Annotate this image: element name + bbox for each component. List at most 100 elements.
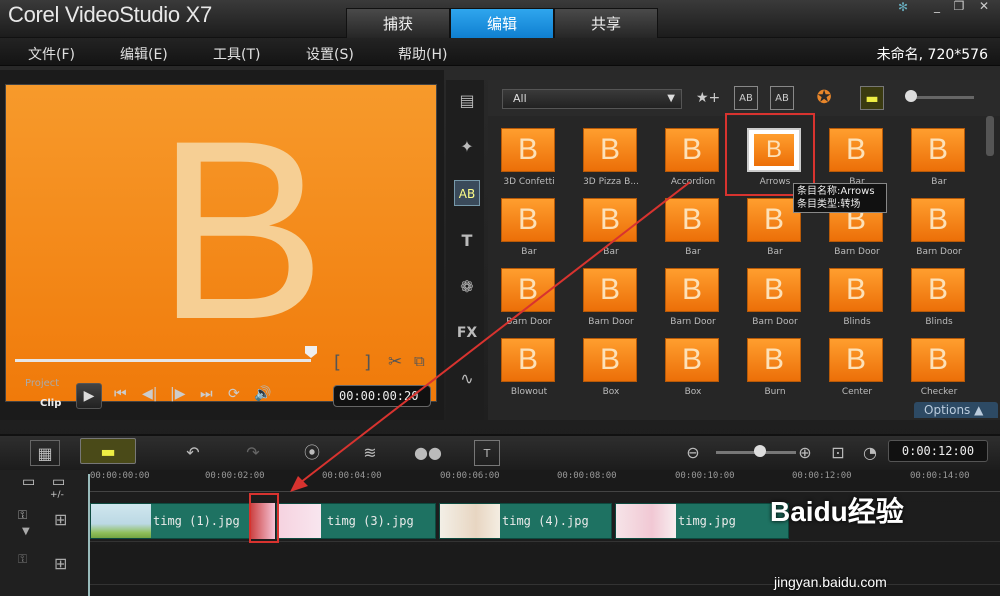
- play-button[interactable]: ▶: [76, 383, 102, 409]
- scissors-icon[interactable]: ✂: [388, 352, 402, 372]
- transition-item[interactable]: B Checker: [898, 328, 980, 398]
- transition-item[interactable]: B Blowout: [488, 328, 570, 398]
- thumbnail-size-knob[interactable]: [905, 90, 917, 102]
- title-track-icon[interactable]: T: [474, 440, 500, 466]
- close-icon[interactable]: ✕: [975, 0, 993, 14]
- library-filter-select[interactable]: All ▼: [502, 89, 682, 109]
- transition-item[interactable]: B Bar: [488, 188, 570, 258]
- timeline-clip[interactable]: timg.jpg: [615, 503, 789, 539]
- maximize-icon[interactable]: ❐: [950, 0, 968, 14]
- mode-clip[interactable]: Clip: [40, 398, 61, 409]
- redo-icon[interactable]: ↷: [240, 440, 266, 466]
- path-icon[interactable]: ∿: [454, 366, 480, 392]
- transition-item[interactable]: B Bar: [898, 118, 980, 188]
- filter-fx-icon[interactable]: FX: [454, 320, 480, 346]
- previous-frame-icon[interactable]: ◀|: [142, 386, 157, 402]
- undo-icon[interactable]: ↶: [180, 440, 206, 466]
- zoom-in-icon[interactable]: ⊕: [796, 440, 814, 466]
- transition-item[interactable]: B Burn: [734, 328, 816, 398]
- timeline-view-icon[interactable]: ▦: [30, 440, 60, 466]
- menu-file[interactable]: 文件(F): [28, 44, 75, 64]
- menu-settings[interactable]: 设置(S): [306, 44, 354, 64]
- preview-letter: B: [156, 88, 327, 373]
- transition-label: Accordion: [670, 177, 716, 187]
- transition-label: Center: [841, 387, 873, 397]
- apply-current-transition-icon[interactable]: AB: [770, 86, 794, 110]
- volume-icon[interactable]: 🔊: [254, 386, 271, 402]
- fit-project-icon[interactable]: ⊡: [828, 440, 848, 466]
- auto-music-icon[interactable]: ●●: [414, 440, 442, 466]
- options-button[interactable]: Options ▲: [914, 402, 998, 418]
- transition-label: 3D Confetti: [503, 177, 555, 187]
- timeline-clip[interactable]: timg (4).jpg: [439, 503, 612, 539]
- transition-item[interactable]: B 3D Confetti: [488, 118, 570, 188]
- title-icon[interactable]: T: [454, 228, 480, 254]
- transition-item[interactable]: B Blinds: [816, 258, 898, 328]
- next-frame-icon[interactable]: |▶: [170, 386, 185, 402]
- mark-in-button[interactable]: [: [334, 352, 341, 373]
- enlarge-icon[interactable]: ⧉: [414, 352, 425, 370]
- zoom-out-icon[interactable]: ⊖: [684, 440, 702, 466]
- film-reel-icon[interactable]: ✪: [812, 86, 836, 110]
- watermark-url: jingyan.baidu.com: [774, 574, 887, 590]
- transition-item[interactable]: B Bar: [652, 188, 734, 258]
- instant-project-icon[interactable]: ✦: [454, 134, 480, 160]
- media-icon[interactable]: ▤: [454, 88, 480, 114]
- transition-item[interactable]: B Barn Door: [652, 258, 734, 328]
- transition-item[interactable]: B Accordion: [652, 118, 734, 188]
- track-manager-icon[interactable]: ▭: [52, 474, 65, 490]
- transition-item[interactable]: B 3D Pizza B...: [570, 118, 652, 188]
- preview-scrubber[interactable]: [15, 359, 311, 362]
- go-to-end-icon[interactable]: ⏭: [200, 386, 213, 402]
- preview-timecode[interactable]: 00:00:00:20: [333, 385, 431, 407]
- playhead[interactable]: [88, 474, 90, 596]
- item-tooltip: 条目名称:Arrows 条目类型:转场: [793, 183, 887, 213]
- mark-out-button[interactable]: ]: [364, 352, 371, 373]
- zoom-knob[interactable]: [754, 445, 766, 457]
- repeat-icon[interactable]: ⟳: [228, 386, 240, 402]
- thumbnail-size-slider[interactable]: [908, 96, 974, 99]
- transition-item[interactable]: B Barn Door: [734, 258, 816, 328]
- overlay-lock-icon[interactable]: ⚿: [18, 552, 27, 567]
- go-to-start-icon[interactable]: ⏮: [114, 386, 127, 402]
- library-scrollbar[interactable]: [986, 116, 994, 156]
- thumbnail-view-icon[interactable]: ▬: [860, 86, 884, 110]
- graphic-icon[interactable]: ❁: [454, 274, 480, 300]
- add-to-favorites-icon[interactable]: ★+: [696, 86, 720, 110]
- menu-edit[interactable]: 编辑(E): [120, 44, 168, 64]
- tab-capture[interactable]: 捕获: [346, 8, 450, 38]
- transition-item[interactable]: B Bar: [816, 118, 898, 188]
- video-track-toggle-icon[interactable]: ▭: [22, 474, 35, 490]
- transition-item[interactable]: B Box: [570, 328, 652, 398]
- transition-item[interactable]: B Barn Door: [488, 258, 570, 328]
- transition-item[interactable]: B Box: [652, 328, 734, 398]
- snowflake-icon[interactable]: ✻: [894, 1, 912, 15]
- tab-share[interactable]: 共享: [554, 8, 658, 38]
- timeline-clip[interactable]: timg (1).jpg: [90, 503, 260, 539]
- transition-label: Blowout: [510, 387, 548, 397]
- record-capture-icon[interactable]: ⦿: [298, 440, 326, 466]
- transition-thumbnail: B: [665, 338, 719, 382]
- mode-project[interactable]: Project: [25, 378, 59, 389]
- transition-icon[interactable]: AB: [454, 180, 480, 206]
- watermark-logo: Baidu经验: [770, 496, 904, 527]
- lock-track-icon[interactable]: ⚿: [18, 508, 27, 523]
- menu-tools[interactable]: 工具(T): [213, 44, 260, 64]
- transition-item[interactable]: B Center: [816, 328, 898, 398]
- menu-help[interactable]: 帮助(H): [398, 44, 447, 64]
- sound-mixer-icon[interactable]: ≋: [356, 440, 384, 466]
- apply-random-transition-icon[interactable]: AB: [734, 86, 758, 110]
- transition-item[interactable]: B Blinds: [898, 258, 980, 328]
- minimize-icon[interactable]: _: [928, 0, 946, 14]
- transition-item[interactable]: B Barn Door: [898, 188, 980, 258]
- tab-edit[interactable]: 编辑: [450, 8, 554, 38]
- timeline-timecode[interactable]: 0:00:12:00: [888, 440, 988, 462]
- timeline-clip[interactable]: timg (3).jpg: [276, 503, 436, 539]
- transition-thumbnail: B: [747, 268, 801, 312]
- add-remove-chapter-icon[interactable]: +/-: [50, 490, 64, 500]
- transition-item[interactable]: B Barn Door: [570, 258, 652, 328]
- clip-thumbnail: [91, 504, 151, 538]
- expand-track-icon[interactable]: ▼: [22, 526, 30, 537]
- storyboard-view-icon[interactable]: ▬: [80, 438, 136, 464]
- transition-item[interactable]: B Bar: [570, 188, 652, 258]
